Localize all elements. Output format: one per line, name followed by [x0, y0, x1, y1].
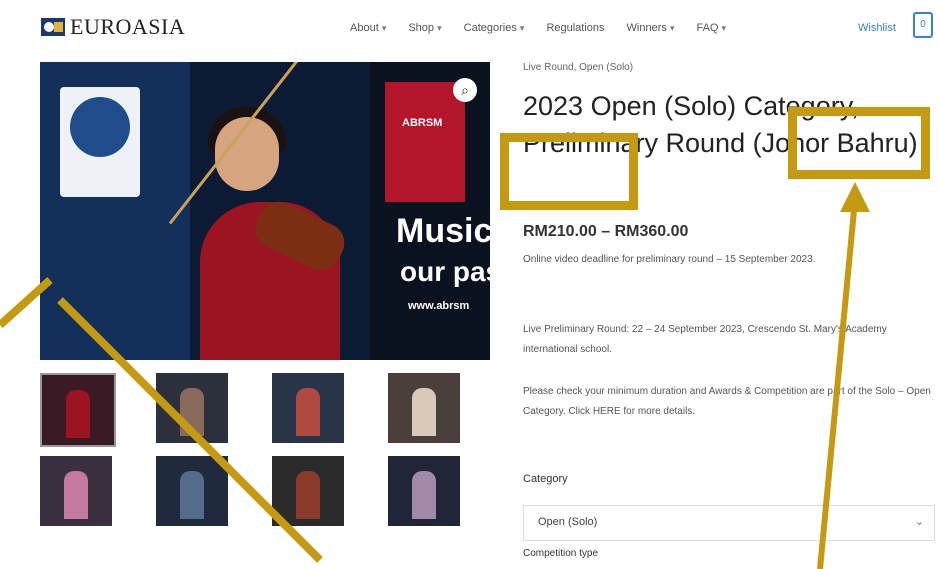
- annotation-arrow-diagonal: [57, 297, 323, 563]
- annotation-arrow-up: [817, 199, 858, 569]
- annotation-arrow-left: [0, 277, 53, 328]
- annotation-arrows: [0, 182, 870, 569]
- arrow-head-icon: [840, 182, 870, 212]
